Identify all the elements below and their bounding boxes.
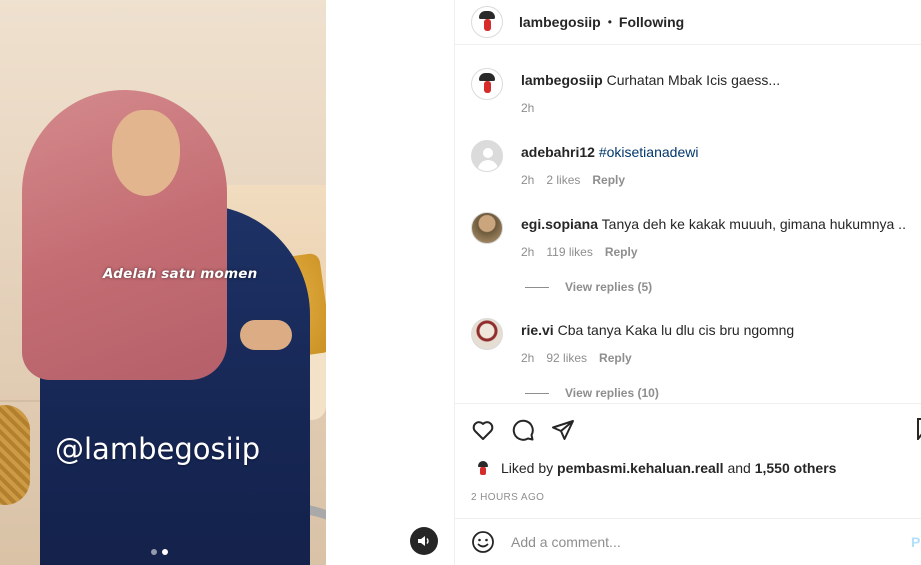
comment-item: egi.sopiana Tanya deh ke kakak muuuh, gi… <box>471 212 911 259</box>
share-icon[interactable] <box>551 418 575 442</box>
carousel-dot <box>151 549 157 555</box>
post-header: lambegosiip • Following <box>455 0 921 45</box>
liker-avatar[interactable] <box>473 458 493 478</box>
emoji-icon[interactable] <box>471 530 495 554</box>
add-comment-bar: Po <box>455 518 921 565</box>
reply-button[interactable]: Reply <box>599 351 632 365</box>
reply-button[interactable]: Reply <box>592 173 625 187</box>
video-watermark: @lambegosiip <box>55 432 261 466</box>
comment-meta: 2h 2 likes Reply <box>521 173 911 187</box>
caption-meta: 2h <box>521 101 911 115</box>
caption-time[interactable]: 2h <box>521 101 534 115</box>
person-hand <box>240 320 292 350</box>
comment-username[interactable]: adebahri12 <box>521 144 595 160</box>
comment-hashtag[interactable]: #okisetianadewi <box>599 144 699 160</box>
post-caption: lambegosiip Curhatan Mbak Icis gaess... … <box>471 68 911 115</box>
comment-input[interactable] <box>511 534 891 550</box>
video-caption-overlay: Adelah satu momen <box>103 266 258 282</box>
person-face <box>112 110 180 196</box>
divider <box>525 392 549 394</box>
comment-time[interactable]: 2h <box>521 351 534 365</box>
carousel-indicator <box>151 549 168 555</box>
bookmark-icon[interactable] <box>917 418 921 440</box>
action-icons <box>471 418 575 442</box>
post-media-panel: Adelah satu momen @lambegosiip <box>0 0 454 565</box>
carousel-dot-active <box>162 549 168 555</box>
comment-username[interactable]: egi.sopiana <box>521 216 598 232</box>
basket <box>0 405 30 505</box>
likes-summary: Liked by pembasmi.kehaluan.reall and 1,5… <box>473 458 836 478</box>
comment-meta: 2h 119 likes Reply <box>521 245 911 259</box>
header-separator: • <box>607 15 612 29</box>
following-button[interactable]: Following <box>619 14 684 30</box>
avatar[interactable] <box>471 140 503 172</box>
liked-by-and: and <box>727 460 751 476</box>
post-side-panel: lambegosiip • Following lambegosiip Curh… <box>454 0 921 565</box>
avatar[interactable] <box>471 318 503 350</box>
avatar[interactable] <box>471 68 503 100</box>
comment-likes[interactable]: 92 likes <box>546 351 587 365</box>
comment-item: rie.vi Cba tanya Kaka lu dlu cis bru ngo… <box>471 318 911 365</box>
comment-item: adebahri12 #okisetianadewi 2h 2 likes Re… <box>471 140 911 187</box>
avatar[interactable] <box>471 212 503 244</box>
comment-meta: 2h 92 likes Reply <box>521 351 911 365</box>
view-replies-button[interactable]: View replies (10) <box>525 386 659 400</box>
view-replies-button[interactable]: View replies (5) <box>525 280 652 294</box>
speaker-icon <box>418 536 429 546</box>
liked-by-username[interactable]: pembasmi.kehaluan.reall <box>557 460 724 476</box>
divider <box>525 286 549 288</box>
comment-time[interactable]: 2h <box>521 245 534 259</box>
comment-icon[interactable] <box>511 418 535 442</box>
post-actions: Liked by pembasmi.kehaluan.reall and 1,5… <box>455 403 921 518</box>
comment-text: Cba tanya Kaka lu dlu cis bru ngomng <box>557 322 795 338</box>
liked-by-prefix: Liked by <box>501 460 554 476</box>
heart-icon[interactable] <box>471 418 495 442</box>
reply-button[interactable]: Reply <box>605 245 638 259</box>
comment-likes[interactable]: 119 likes <box>546 245 592 259</box>
caption-username[interactable]: lambegosiip <box>521 72 603 88</box>
avatar[interactable] <box>471 6 503 38</box>
view-replies-label[interactable]: View replies (10) <box>565 386 659 400</box>
comment-username[interactable]: rie.vi <box>521 322 554 338</box>
caption-text: Curhatan Mbak Icis gaess... <box>606 72 781 88</box>
sound-toggle-button[interactable] <box>410 527 438 555</box>
view-replies-label[interactable]: View replies (5) <box>565 280 652 294</box>
post-video[interactable]: Adelah satu momen @lambegosiip <box>0 0 326 565</box>
others-likes-link[interactable]: 1,550 others <box>755 460 837 476</box>
comments-list[interactable]: lambegosiip Curhatan Mbak Icis gaess... … <box>455 46 921 402</box>
post-comment-button[interactable]: Po <box>911 534 921 550</box>
comment-time[interactable]: 2h <box>521 173 534 187</box>
comment-likes[interactable]: 2 likes <box>546 173 580 187</box>
comment-text: Tanya deh ke kakak muuuh, gimana hukumny… <box>601 216 906 232</box>
post-timestamp[interactable]: 2 HOURS AGO <box>471 492 544 503</box>
header-username[interactable]: lambegosiip <box>519 14 601 30</box>
